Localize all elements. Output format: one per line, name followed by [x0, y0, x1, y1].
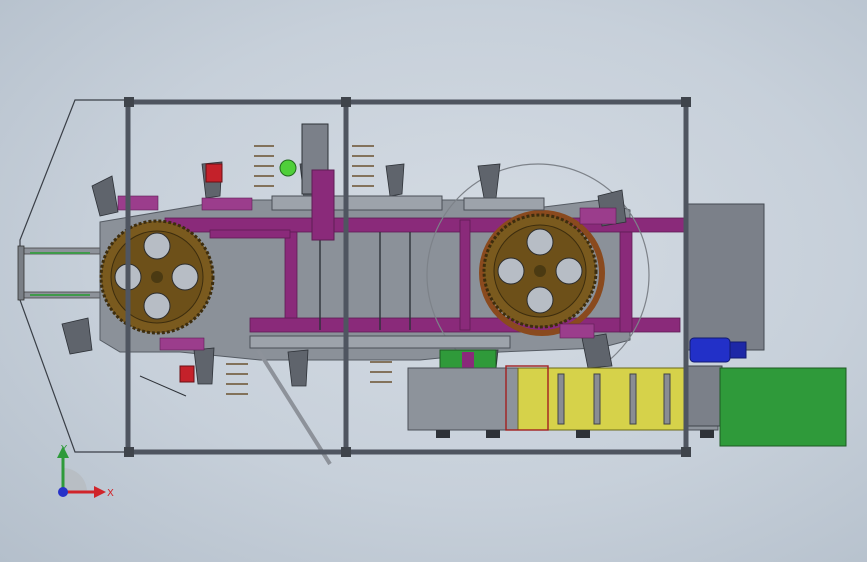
coordinate-triad: Y X: [57, 444, 114, 499]
bottom-slider: [249, 335, 511, 349]
left-end-plate: [17, 245, 25, 301]
conveyor-motor-body: [683, 365, 723, 427]
x-axis-label: X: [107, 488, 114, 499]
cad-viewport[interactable]: Y X: [0, 0, 867, 562]
left-gear: [99, 219, 215, 335]
triad-gray-quadrant: [63, 468, 87, 492]
yellow-conveyor: [517, 367, 685, 431]
center-tower-purple: [311, 169, 335, 241]
green-rod-accent: [30, 252, 90, 254]
top-slider: [271, 195, 443, 211]
machine-model[interactable]: [0, 0, 867, 562]
top-slider-right: [463, 197, 545, 211]
z-axis-dot: [58, 487, 68, 497]
red-block-bottom: [179, 365, 195, 383]
right-motor-housing: [687, 203, 765, 351]
right-green-panel: [719, 367, 847, 447]
right-gear: [479, 210, 605, 336]
pointer-rod: [139, 375, 187, 397]
green-rod-accent: [30, 294, 90, 296]
red-block-top: [205, 163, 223, 183]
y-axis-label: Y: [60, 444, 68, 455]
x-axis-head: [94, 486, 106, 498]
green-indicator: [279, 159, 297, 177]
base-feet: [436, 430, 714, 438]
blue-motor: [689, 337, 747, 363]
